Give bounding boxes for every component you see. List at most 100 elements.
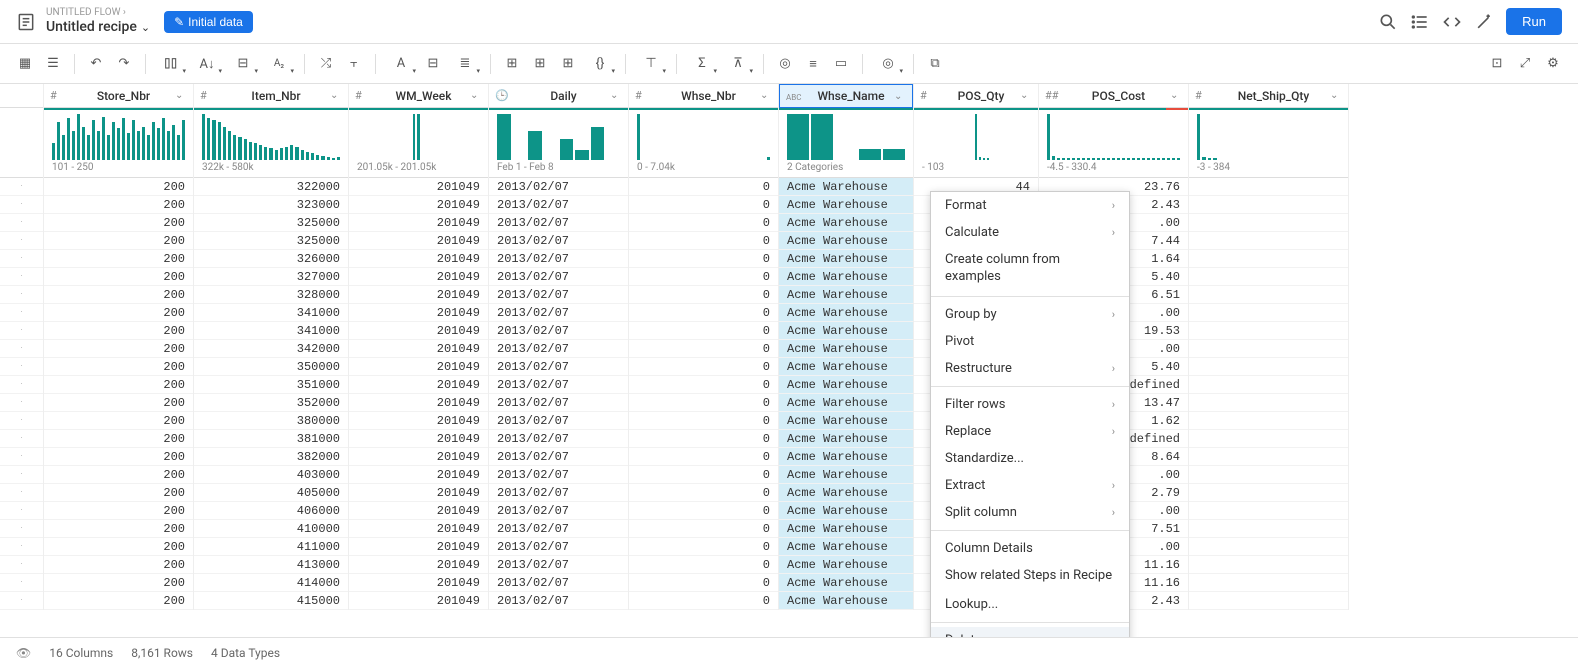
cell[interactable]: 352000	[194, 394, 348, 412]
row-handle[interactable]	[0, 466, 43, 484]
chevron-down-icon[interactable]: ⌄	[760, 90, 772, 101]
cell[interactable]: 2013/02/07	[489, 394, 628, 412]
cell[interactable]: 201049	[349, 466, 488, 484]
cell[interactable]: 2013/02/07	[489, 574, 628, 592]
cell[interactable]: Acme Warehouse	[779, 196, 913, 214]
cell[interactable]: 2013/02/07	[489, 232, 628, 250]
row-handle[interactable]	[0, 250, 43, 268]
row-handle[interactable]	[0, 214, 43, 232]
cell[interactable]: Acme Warehouse	[779, 430, 913, 448]
cell[interactable]: 2013/02/07	[489, 520, 628, 538]
cell[interactable]: 201049	[349, 430, 488, 448]
column-header[interactable]: ##POS_Cost⌄	[1039, 84, 1188, 108]
histogram[interactable]	[1039, 110, 1188, 160]
chevron-down-icon[interactable]: ⌄	[330, 90, 342, 101]
cell[interactable]: 201049	[349, 268, 488, 286]
cell[interactable]: 2013/02/07	[489, 358, 628, 376]
cell[interactable]: 0	[629, 358, 778, 376]
cell[interactable]: 413000	[194, 556, 348, 574]
calc1-icon[interactable]: ⊞	[499, 51, 525, 77]
filter-icon[interactable]: ⊟	[226, 51, 260, 77]
cell[interactable]: 2013/02/07	[489, 196, 628, 214]
cell[interactable]: 200	[44, 394, 193, 412]
cell[interactable]	[1189, 430, 1348, 448]
cell[interactable]: Acme Warehouse	[779, 394, 913, 412]
highlight-icon[interactable]: ⊡	[1484, 51, 1510, 77]
cell[interactable]	[1189, 520, 1348, 538]
menu-create-from-examples[interactable]: Create column from examples	[931, 246, 1129, 292]
calc3-icon[interactable]: ⊞	[555, 51, 581, 77]
cell[interactable]	[1189, 376, 1348, 394]
menu-filter-rows[interactable]: Filter rows›	[931, 391, 1129, 418]
list-view-icon[interactable]: ☰	[40, 51, 66, 77]
cell[interactable]: 201049	[349, 520, 488, 538]
cell[interactable]: 0	[629, 520, 778, 538]
cell[interactable]: 2013/02/07	[489, 340, 628, 358]
cell[interactable]	[1189, 304, 1348, 322]
cell[interactable]: 200	[44, 286, 193, 304]
cell[interactable]	[1189, 394, 1348, 412]
cell[interactable]: 200	[44, 538, 193, 556]
chevron-down-icon[interactable]: ⌄	[175, 90, 187, 101]
cell[interactable]	[1189, 322, 1348, 340]
row-handle[interactable]	[0, 232, 43, 250]
row-handle[interactable]	[0, 520, 43, 538]
cell[interactable]: 201049	[349, 538, 488, 556]
cell[interactable]: 2013/02/07	[489, 376, 628, 394]
row-handle[interactable]	[0, 322, 43, 340]
cell[interactable]: Acme Warehouse	[779, 250, 913, 268]
union-icon[interactable]: ≡	[800, 51, 826, 77]
chevron-down-icon[interactable]: ⌄	[470, 90, 482, 101]
sort-asc-icon[interactable]	[154, 51, 188, 77]
menu-related-steps[interactable]: Show related Steps in Recipe	[931, 562, 1129, 591]
cell[interactable]	[1189, 340, 1348, 358]
cell[interactable]: 0	[629, 430, 778, 448]
cell[interactable]: 2013/02/07	[489, 250, 628, 268]
cell[interactable]: 200	[44, 412, 193, 430]
row-handle[interactable]	[0, 448, 43, 466]
cell[interactable]: 0	[629, 556, 778, 574]
cell[interactable]	[1189, 466, 1348, 484]
cell[interactable]: 342000	[194, 340, 348, 358]
cell[interactable]: 2013/02/07	[489, 484, 628, 502]
cell[interactable]: 201049	[349, 358, 488, 376]
sort-desc-icon[interactable]: A↓	[190, 51, 224, 77]
cell[interactable]: 341000	[194, 322, 348, 340]
cell[interactable]: 200	[44, 304, 193, 322]
cell[interactable]: 380000	[194, 412, 348, 430]
cell[interactable]: Acme Warehouse	[779, 484, 913, 502]
cell[interactable]: 2013/02/07	[489, 502, 628, 520]
cell[interactable]: 201049	[349, 412, 488, 430]
cell[interactable]: 405000	[194, 484, 348, 502]
cell[interactable]: 200	[44, 340, 193, 358]
histogram[interactable]	[349, 110, 488, 160]
cell[interactable]	[1189, 358, 1348, 376]
wand-icon[interactable]	[1474, 12, 1494, 32]
cell[interactable]	[1189, 574, 1348, 592]
cell[interactable]: 410000	[194, 520, 348, 538]
menu-delete[interactable]: Delete	[931, 627, 1129, 637]
cell[interactable]: 201049	[349, 178, 488, 196]
cell[interactable]: 200	[44, 250, 193, 268]
cell[interactable]: 0	[629, 250, 778, 268]
cell[interactable]: Acme Warehouse	[779, 322, 913, 340]
cell[interactable]: 0	[629, 304, 778, 322]
cell[interactable]: Acme Warehouse	[779, 448, 913, 466]
calc2-icon[interactable]: ⊞	[527, 51, 553, 77]
cell[interactable]: Acme Warehouse	[779, 340, 913, 358]
join-icon[interactable]: ◎	[772, 51, 798, 77]
cell[interactable]: 200	[44, 592, 193, 610]
cell[interactable]: 351000	[194, 376, 348, 394]
cell[interactable]: 0	[629, 448, 778, 466]
cell[interactable]	[1189, 484, 1348, 502]
cell[interactable]	[1189, 448, 1348, 466]
rename-icon[interactable]: A₂	[262, 51, 296, 77]
code-icon[interactable]	[1442, 12, 1462, 32]
row-handle[interactable]	[0, 196, 43, 214]
cell[interactable]: 0	[629, 268, 778, 286]
cell[interactable]: Acme Warehouse	[779, 538, 913, 556]
column-header[interactable]: #Item_Nbr⌄	[194, 84, 348, 108]
cell[interactable]: 2013/02/07	[489, 268, 628, 286]
cell[interactable]: 201049	[349, 448, 488, 466]
cell[interactable]: 2013/02/07	[489, 214, 628, 232]
